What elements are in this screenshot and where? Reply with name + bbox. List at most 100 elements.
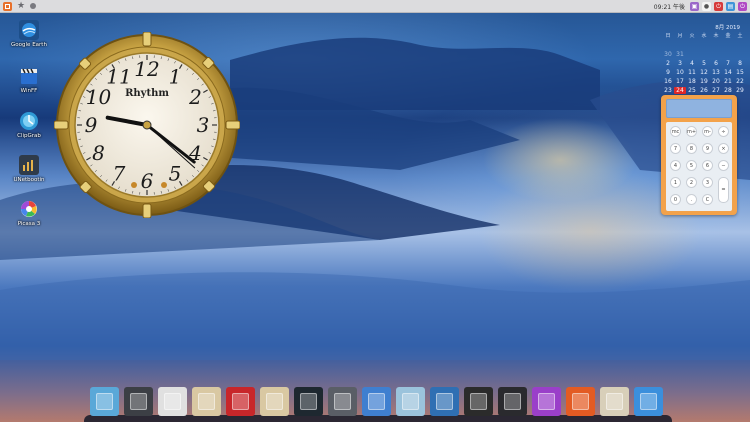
session-icon[interactable]: ⏻ <box>738 1 747 11</box>
calendar-day[interactable]: 31 <box>674 51 686 58</box>
calendar-day[interactable]: 2 <box>662 60 674 67</box>
shutdown-icon[interactable]: ▤ <box>726 1 735 11</box>
calculator-key[interactable]: 3 <box>702 177 713 188</box>
calculator-key[interactable]: 9 <box>702 143 713 154</box>
calculator-key[interactable]: × <box>718 143 729 154</box>
panel-clock[interactable]: 09:21 午後 <box>654 2 685 11</box>
desktop-icon-label: Google Earth <box>11 42 47 48</box>
desktop-icon-unetbootin[interactable]: UNetbootin <box>8 155 50 183</box>
clapperboard-icon <box>19 66 39 86</box>
save-app-icon[interactable] <box>566 387 595 416</box>
clock-widget[interactable]: 12 1234567891011 Rhythm <box>54 32 240 218</box>
camera-icon[interactable] <box>498 387 527 416</box>
printer-icon[interactable] <box>124 387 153 416</box>
desktop-icon-winff[interactable]: WinFF <box>8 66 50 94</box>
settings-icon[interactable] <box>30 3 37 9</box>
dock-item-glyph <box>300 393 317 410</box>
calendar-day[interactable]: 14 <box>722 69 734 76</box>
calendar-day[interactable]: 21 <box>722 78 734 85</box>
calculator-key[interactable]: ÷ <box>718 126 729 137</box>
text-editor-icon[interactable] <box>600 387 629 416</box>
calendar-day[interactable]: 30 <box>662 51 674 58</box>
calendar-day <box>722 42 734 49</box>
calendar-day[interactable]: 7 <box>722 60 734 67</box>
calendar-day <box>686 51 698 58</box>
power-icon[interactable]: ⏻ <box>714 1 723 11</box>
calendar-widget[interactable]: 8月 2019 日月火水木金土 30 31 2 3 4 5 6 7 8 9 10 11 12 13 14 15 1… <box>662 23 746 94</box>
calculator-widget[interactable]: mc m+ m- ÷ 7 8 9 × 4 5 6− 1 2 3 0. C = <box>661 95 737 215</box>
calendar-day[interactable]: 25 <box>686 87 698 94</box>
calendar-day[interactable]: 24 <box>674 87 686 94</box>
calculator-key[interactable]: 5 <box>686 160 697 171</box>
dock-shelf <box>84 415 672 422</box>
dock-item-glyph <box>504 393 521 410</box>
calendar-day <box>710 42 722 49</box>
desktop-icon-picasa[interactable]: Picasa 3 <box>8 199 50 227</box>
user-icon[interactable]: ● <box>702 1 711 11</box>
calendar-day[interactable]: 8 <box>734 60 746 67</box>
calendar-day[interactable]: 20 <box>710 78 722 85</box>
calculator-key[interactable]: 6 <box>702 160 713 171</box>
notes-2-icon[interactable] <box>260 387 289 416</box>
calculator-key[interactable]: C <box>702 194 713 205</box>
anchor-app-icon[interactable] <box>90 387 119 416</box>
calendar-day[interactable]: 3 <box>674 60 686 67</box>
calendar-day[interactable]: 11 <box>686 69 698 76</box>
calendar-day[interactable]: 16 <box>662 78 674 85</box>
desktop-icon-google-earth[interactable]: Google Earth <box>8 20 50 48</box>
calendar-day[interactable]: 19 <box>698 78 710 85</box>
star-icon[interactable]: ★ <box>17 1 25 11</box>
flame-app-icon[interactable] <box>464 387 493 416</box>
desktop-icon-clipgrab[interactable]: ClipGrab <box>8 111 50 139</box>
calendar-weekday: 土 <box>737 33 743 39</box>
calendar-day[interactable]: 12 <box>698 69 710 76</box>
calendar-weekday: 木 <box>713 33 719 39</box>
panel-right: 09:21 午後 ▣ ● ⏻ ▤ ⏻ <box>654 1 747 11</box>
notes-icon[interactable] <box>192 387 221 416</box>
calendar-day[interactable]: 22 <box>734 78 746 85</box>
calendar-day[interactable]: 5 <box>698 60 710 67</box>
window-manager-icon[interactable] <box>362 387 391 416</box>
calendar-day[interactable]: 10 <box>674 69 686 76</box>
calculator-key[interactable]: − <box>718 160 729 171</box>
calendar-day[interactable]: 23 <box>662 87 674 94</box>
calendar-day[interactable]: 28 <box>722 87 734 94</box>
calculator-key[interactable]: 2 <box>686 177 697 188</box>
calendar-day <box>734 42 746 49</box>
calculator-key[interactable]: 0 <box>670 194 681 205</box>
monitor-icon[interactable] <box>328 387 357 416</box>
calculator-key-equals[interactable]: = <box>718 177 729 203</box>
calculator-key[interactable]: 4 <box>670 160 681 171</box>
calendar-day[interactable]: 4 <box>686 60 698 67</box>
calendar-grid: 日月火水木金土 30 31 2 3 4 5 6 7 8 9 10 11 12 13 14 15 16 17 18 19 2… <box>662 33 746 94</box>
calculator-key[interactable]: . <box>686 194 697 205</box>
calendar-day[interactable]: 13 <box>710 69 722 76</box>
chrome-icon[interactable] <box>158 387 187 416</box>
screenshot-icon[interactable]: ▣ <box>690 1 699 11</box>
filezilla-icon[interactable] <box>226 387 255 416</box>
calculator-key[interactable]: m+ <box>686 126 697 137</box>
calculator-key[interactable]: m- <box>702 126 713 137</box>
calculator-key[interactable]: mc <box>670 126 681 137</box>
blueprint-icon[interactable] <box>430 387 459 416</box>
terminal-icon[interactable] <box>294 387 323 416</box>
calendar-day[interactable]: 17 <box>674 78 686 85</box>
calendar-day[interactable]: 9 <box>662 69 674 76</box>
clock-numeral: 6 <box>141 169 154 193</box>
calculator-key[interactable]: 8 <box>686 143 697 154</box>
image-viewer-icon[interactable] <box>396 387 425 416</box>
calendar-day[interactable]: 29 <box>734 87 746 94</box>
picasa-icon <box>19 199 39 219</box>
calendar-day[interactable]: 6 <box>710 60 722 67</box>
clock-numeral: 9 <box>85 113 98 137</box>
calendar-day[interactable]: 15 <box>734 69 746 76</box>
calendar-day[interactable]: 18 <box>686 78 698 85</box>
calculator-key[interactable]: 7 <box>670 143 681 154</box>
desktop-icon-label: WinFF <box>20 88 38 94</box>
calendar-day[interactable]: 26 <box>698 87 710 94</box>
multiplicity-icon[interactable] <box>532 387 561 416</box>
calculator-key[interactable]: 1 <box>670 177 681 188</box>
menu-icon[interactable] <box>3 1 12 11</box>
calendar-day[interactable]: 27 <box>710 87 722 94</box>
settings-panel-icon[interactable] <box>634 387 663 416</box>
